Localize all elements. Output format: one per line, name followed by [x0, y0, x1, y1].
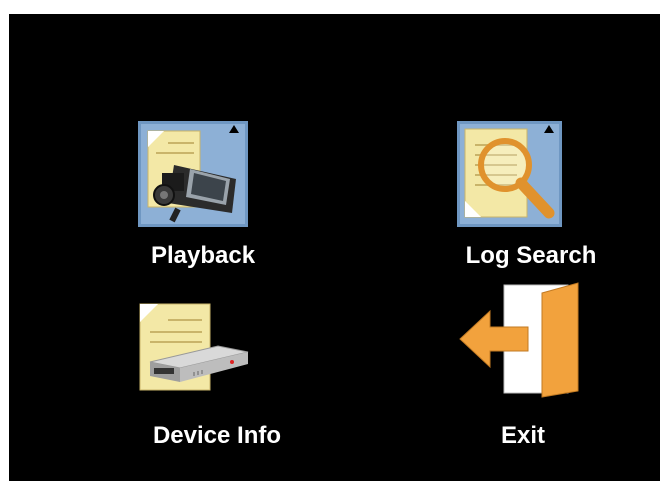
playback-camera-icon [138, 121, 248, 227]
device-info-label: Device Info [152, 422, 282, 449]
menu-item-exit[interactable]: Exit [334, 274, 660, 481]
playback-label: Playback [150, 242, 256, 269]
main-menu-screen: Playback Log Search Device Info Exit [9, 14, 660, 481]
menu-item-playback[interactable]: Playback [9, 14, 334, 274]
log-search-magnifier-icon [457, 121, 562, 227]
log-search-label: Log Search [465, 242, 597, 269]
menu-item-log-search[interactable]: Log Search [334, 14, 660, 274]
exit-label: Exit [500, 422, 546, 449]
device-info-dvr-icon [138, 302, 250, 394]
menu-item-device-info[interactable]: Device Info [9, 274, 334, 481]
exit-door-icon [458, 279, 582, 399]
